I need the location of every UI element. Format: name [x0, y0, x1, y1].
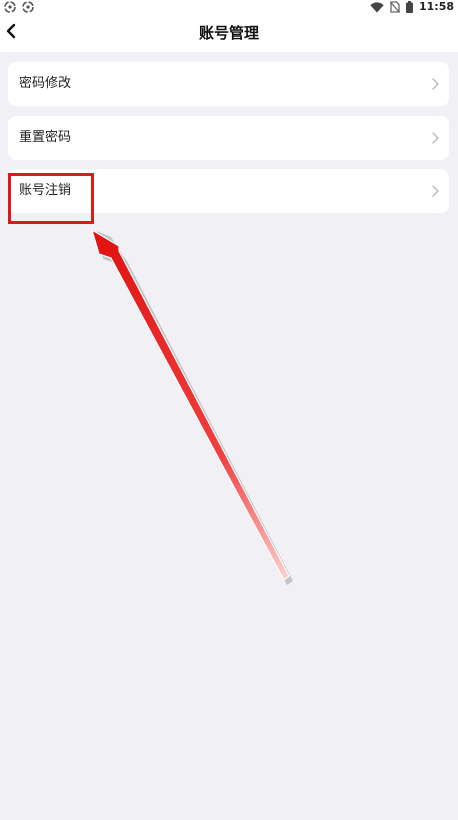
- status-time: 11:58: [418, 0, 454, 13]
- status-bar: 11:58: [0, 0, 458, 14]
- sync-icon: [22, 1, 34, 13]
- page-title: 账号管理: [198, 24, 259, 42]
- menu-item-reset-password[interactable]: 重置密码: [8, 116, 449, 160]
- chevron-right-icon: [432, 185, 439, 197]
- status-left-icons: [4, 1, 34, 13]
- menu-item-label: 重置密码: [19, 130, 72, 145]
- battery-icon: [405, 1, 413, 13]
- wifi-icon: [370, 1, 384, 13]
- no-sim-icon: [390, 1, 400, 13]
- app-header: 账号管理: [0, 14, 458, 52]
- menu-item-label: 密码修改: [19, 76, 72, 91]
- sync-icon: [4, 1, 16, 13]
- chevron-right-icon: [432, 132, 439, 144]
- menu-item-delete-account[interactable]: 账号注销: [8, 169, 449, 213]
- status-right-icons: 11:58: [370, 0, 454, 14]
- menu-item-label: 账号注销: [19, 183, 72, 198]
- menu-item-change-password[interactable]: 密码修改: [8, 62, 449, 106]
- chevron-right-icon: [432, 78, 439, 90]
